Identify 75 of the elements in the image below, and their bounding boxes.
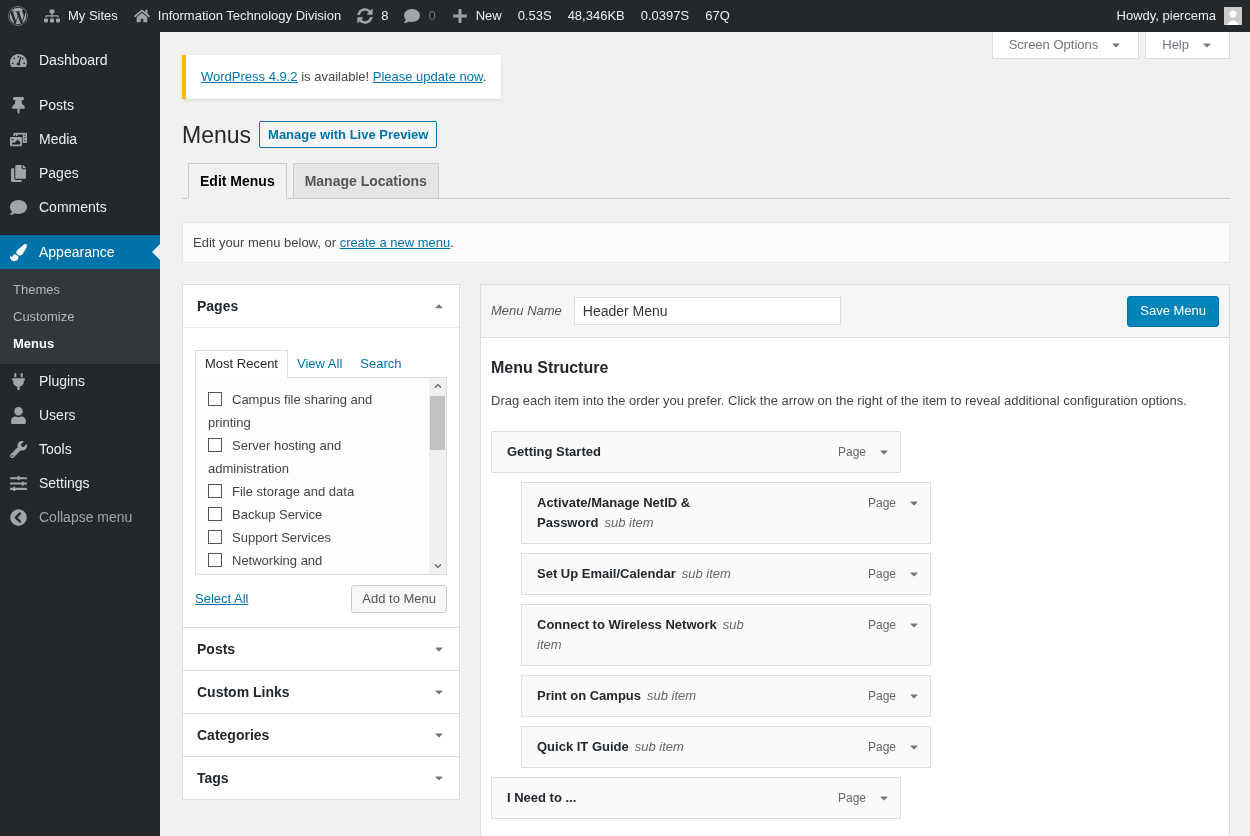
toolbar-link[interactable]: 48,346KB (567, 6, 625, 26)
page-title: Menus (182, 120, 252, 150)
submenu-item[interactable]: Menus (0, 330, 160, 357)
toolbar-link[interactable]: 8 (381, 6, 389, 26)
menu-name-field[interactable]: Header Menu (573, 297, 841, 325)
toolbar-link[interactable]: 0.0397S (640, 6, 690, 26)
add-to-menu-button[interactable]: Add to Menu (351, 585, 447, 613)
sidebar-item[interactable]: Users (0, 398, 160, 432)
menu-item[interactable]: Activate/Manage NetID & Password sub item Page (521, 481, 931, 544)
screen-meta-button[interactable]: Screen Options (991, 32, 1140, 59)
accordion-header[interactable]: Custom Links (183, 671, 459, 713)
item-type: Page (867, 494, 896, 512)
item-type: Page (867, 738, 896, 756)
toolbar-link[interactable]: 67Q (705, 6, 730, 26)
menu-item[interactable]: Set Up Email/Calendar sub item Page (521, 552, 931, 595)
text-link[interactable]: WordPress 4.9.2 (201, 69, 298, 84)
panel-tab[interactable]: View All (288, 350, 352, 378)
page-option[interactable]: Backup Service (208, 503, 398, 526)
text-link[interactable]: Please update now (372, 69, 483, 84)
menu-item[interactable]: Getting Started Page (491, 430, 901, 473)
menu-item[interactable]: Print on Campus sub item Page (521, 674, 931, 717)
submenu-item[interactable]: Customize (0, 303, 160, 330)
nav-tab[interactable]: Edit Menus (188, 163, 287, 199)
panel-tab[interactable]: Most Recent (195, 350, 288, 378)
menu-item[interactable]: Quick IT Guide sub item Page (521, 725, 931, 768)
menu-item-title: Getting Started (507, 442, 602, 461)
sidebar-item[interactable]: Collapse menu (0, 500, 160, 534)
menu-item[interactable]: I Need to ... Page (491, 776, 901, 819)
nav-tab[interactable]: Manage Locations (292, 163, 439, 199)
toolbar-link[interactable]: Information Technology Division (157, 6, 342, 26)
page-option[interactable]: Networking and (208, 549, 398, 572)
menu-item[interactable]: Connect to Wireless Network sub item Page (521, 603, 931, 666)
submenu-item[interactable]: Themes (0, 276, 160, 303)
notice-text: WordPress 4.9.2 is available! Please update now. (201, 68, 487, 86)
menu-item-title: I Need to ... (507, 788, 578, 807)
item-type: Page (867, 616, 896, 634)
panel-tab[interactable]: Search (351, 350, 411, 378)
select-all-link[interactable]: Select All (195, 589, 249, 609)
sidebar-item[interactable]: Posts (0, 88, 160, 122)
section-heading: Menu Structure (491, 358, 610, 378)
toolbar-link[interactable]: 0.53S (517, 6, 552, 26)
accordion-header[interactable]: Categories (183, 714, 459, 756)
accordion-header[interactable]: Posts (183, 628, 459, 670)
section-description: Drag each item into the order you prefer. Click the arrow on the right of the item to reveal additional configuration options. (491, 392, 1188, 410)
menu-item-title: Set Up Email/Calendar sub item (537, 564, 732, 583)
sidebar-item[interactable]: Media (0, 122, 160, 156)
screen-meta-button[interactable]: Help (1145, 32, 1230, 59)
menu-item-title: Activate/Manage NetID & Password sub item (537, 493, 692, 532)
item-type: Page (867, 565, 896, 583)
sidebar-item[interactable]: Plugins (0, 364, 160, 398)
menu-item-title: Quick IT Guide sub item (537, 737, 685, 756)
page-option[interactable]: Campus file sharing and printing (208, 388, 398, 434)
page-option[interactable]: Server hosting and administration (208, 434, 398, 480)
accordion-header[interactable]: Pages (183, 285, 459, 327)
toolbar-link[interactable]: My Sites (68, 6, 118, 26)
sidebar-item[interactable]: Settings (0, 466, 160, 500)
toolbar-link[interactable]: New (475, 6, 502, 26)
sidebar-item[interactable]: Dashboard (0, 43, 160, 77)
page-option[interactable]: File storage and data (208, 480, 398, 503)
sidebar-item[interactable]: Comments (0, 190, 160, 224)
sidebar-item[interactable]: Tools (0, 432, 160, 466)
accordion-header[interactable]: Tags (183, 757, 459, 799)
menu-item-title: Connect to Wireless Network sub item (537, 615, 745, 654)
save-menu-button[interactable]: Save Menu (1127, 295, 1219, 327)
intro-text: Edit your menu below, or create a new menu. (193, 233, 454, 252)
sidebar-item[interactable]: Pages (0, 156, 160, 190)
sidebar-item[interactable]: Appearance (0, 235, 160, 269)
item-type: Page (867, 687, 896, 705)
item-type: Page (837, 789, 866, 807)
menu-name-label: Menu Name (491, 302, 562, 321)
greeting-link[interactable]: Howdy, piercema (1116, 6, 1216, 26)
item-type: Page (837, 443, 866, 461)
live-preview-button[interactable]: Manage with Live Preview (259, 121, 438, 149)
menu-item-title: Print on Campus sub item (537, 686, 698, 705)
page-option[interactable]: Support Services (208, 526, 398, 549)
